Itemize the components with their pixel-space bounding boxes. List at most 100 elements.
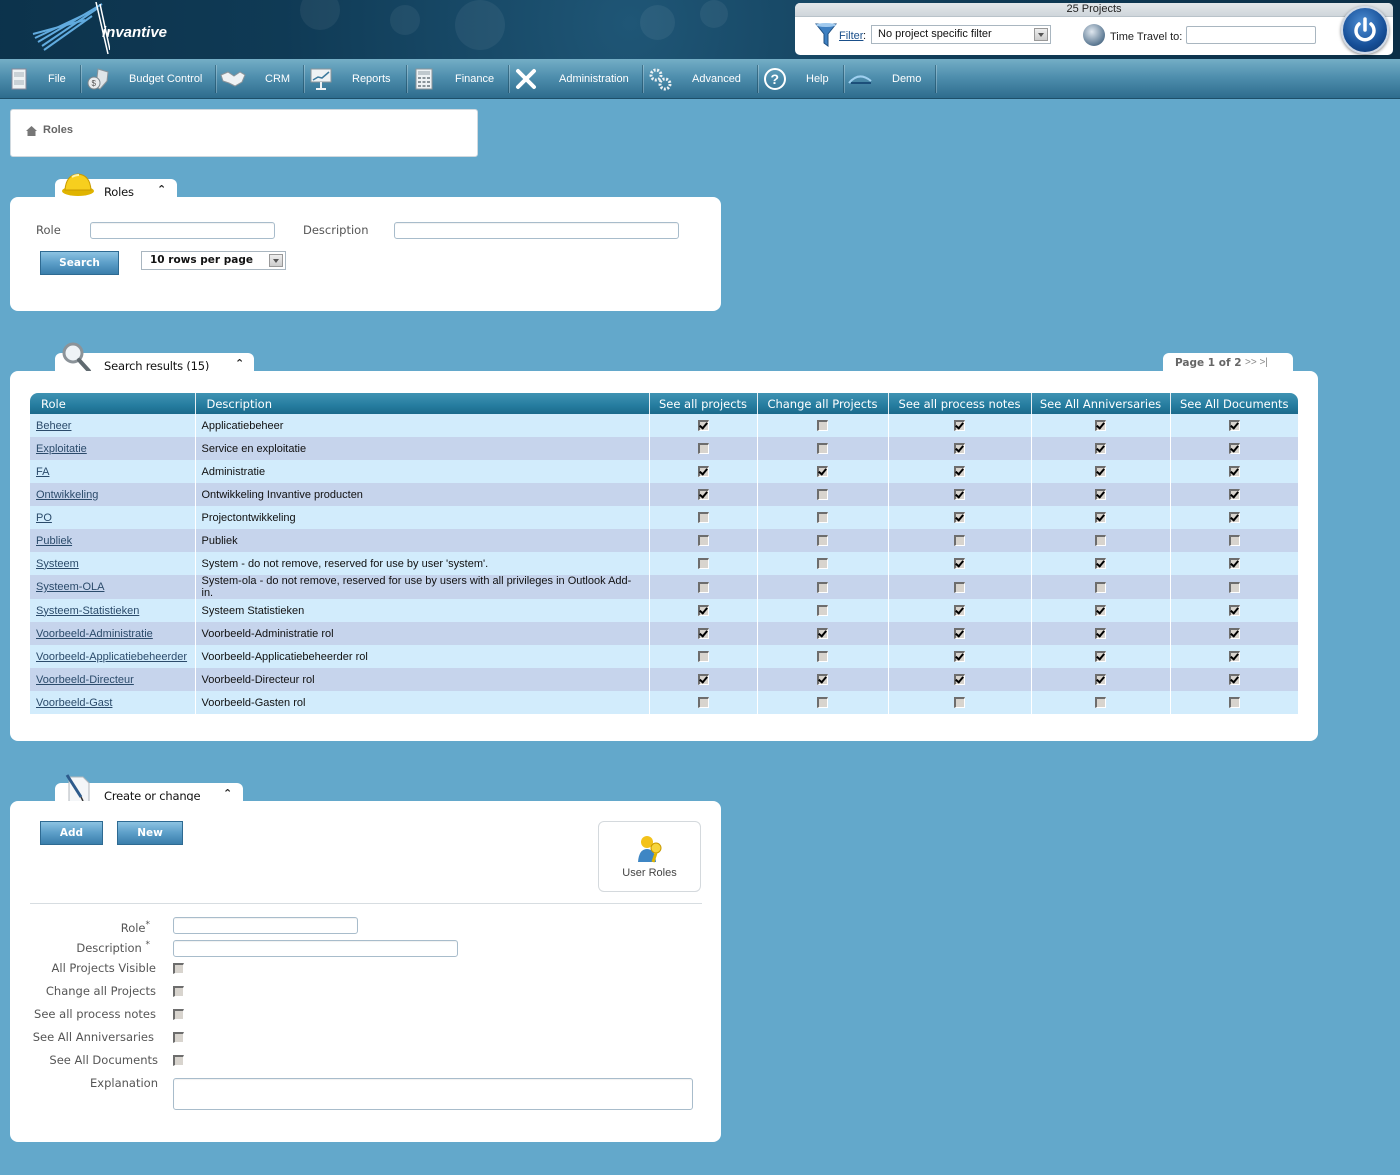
column-header-see-all-documents[interactable]: See All Documents (1169, 393, 1298, 414)
change-all-projects-checkbox[interactable] (817, 420, 828, 432)
see-all-documents-checkbox[interactable] (1228, 512, 1240, 524)
menu-file[interactable]: File (6, 59, 66, 98)
time-travel-icon[interactable] (1083, 24, 1105, 46)
see-all-process-notes-checkbox[interactable] (173, 1009, 184, 1020)
time-travel-input[interactable] (1186, 26, 1316, 44)
table-row[interactable]: Systeem System - do not remove, reserved … (30, 552, 1298, 575)
see-all-documents-checkbox[interactable] (1228, 697, 1240, 709)
see-all-documents-checkbox[interactable] (1228, 535, 1240, 547)
see-all-projects-checkbox[interactable] (697, 558, 709, 570)
change-all-projects-checkbox[interactable] (817, 581, 828, 593)
column-header-see-all-projects[interactable]: See all projects (648, 393, 757, 414)
menu-finance[interactable]: Finance (411, 59, 494, 98)
see-all-documents-checkbox[interactable] (1228, 466, 1240, 478)
change-all-projects-checkbox[interactable] (817, 605, 828, 617)
see-all-process-notes-checkbox[interactable] (954, 558, 965, 570)
see-all-anniversaries-checkbox[interactable] (1095, 697, 1106, 709)
rows-per-page-select[interactable]: 10 rows per page (141, 251, 286, 270)
change-all-projects-checkbox[interactable] (817, 443, 828, 455)
search-button[interactable]: Search (40, 251, 119, 275)
column-header-role[interactable]: Role (30, 393, 195, 414)
table-row[interactable]: Voorbeeld-Administratie Voorbeeld-Adminis… (30, 622, 1298, 645)
filter-link[interactable]: Filter (839, 30, 863, 42)
table-row[interactable]: Voorbeeld-Gast Voorbeeld-Gasten rol (30, 691, 1298, 714)
see-all-documents-checkbox[interactable] (1228, 558, 1240, 570)
see-all-anniversaries-checkbox[interactable] (1095, 581, 1106, 593)
see-all-process-notes-checkbox[interactable] (954, 651, 965, 663)
add-button[interactable]: Add (40, 821, 103, 845)
change-all-projects-checkbox[interactable] (817, 628, 828, 640)
menu-help[interactable]: ? Help (762, 59, 829, 98)
see-all-anniversaries-checkbox[interactable] (1095, 489, 1106, 501)
see-all-process-notes-checkbox[interactable] (954, 628, 965, 640)
see-all-projects-checkbox[interactable] (697, 443, 709, 455)
chevron-down-icon[interactable] (1034, 28, 1048, 41)
change-all-projects-checkbox[interactable] (817, 697, 828, 709)
see-all-process-notes-checkbox[interactable] (954, 443, 965, 455)
role-link[interactable]: Systeem-OLA (36, 581, 104, 593)
filter-funnel-icon[interactable] (815, 22, 837, 48)
table-row[interactable]: Voorbeeld-Applicatiebeheerder Voorbeeld-A… (30, 645, 1298, 668)
see-all-projects-checkbox[interactable] (697, 489, 709, 501)
new-button[interactable]: New (117, 821, 183, 845)
table-row[interactable]: Ontwikkeling Ontwikkeling Invantive produ… (30, 483, 1298, 506)
see-all-process-notes-checkbox[interactable] (954, 697, 965, 709)
collapse-icon[interactable]: ⌃ (223, 787, 232, 800)
see-all-documents-checkbox[interactable] (1228, 581, 1240, 593)
role-link[interactable]: Systeem (36, 558, 79, 570)
see-all-projects-checkbox[interactable] (697, 535, 709, 547)
role-link[interactable]: Exploitatie (36, 443, 87, 455)
change-all-projects-checkbox[interactable] (173, 986, 184, 997)
see-all-documents-checkbox[interactable] (1228, 651, 1240, 663)
role-filter-input[interactable] (90, 222, 275, 239)
role-link[interactable]: FA (36, 466, 49, 478)
change-all-projects-checkbox[interactable] (817, 466, 828, 478)
user-roles-button[interactable]: User Roles (598, 821, 701, 892)
see-all-anniversaries-checkbox[interactable] (1095, 628, 1106, 640)
table-row[interactable]: Beheer Applicatiebeheer (30, 414, 1298, 437)
see-all-anniversaries-checkbox[interactable] (1095, 558, 1106, 570)
explanation-field[interactable] (173, 1078, 693, 1110)
see-all-documents-checkbox[interactable] (1228, 674, 1240, 686)
collapse-icon[interactable]: ⌃ (235, 357, 244, 370)
menu-reports[interactable]: Reports (308, 59, 391, 98)
see-all-documents-checkbox[interactable] (1228, 628, 1240, 640)
chevron-down-icon[interactable] (269, 254, 283, 267)
see-all-process-notes-checkbox[interactable] (954, 674, 965, 686)
table-row[interactable]: PO Projectontwikkeling (30, 506, 1298, 529)
table-row[interactable]: Systeem-Statistieken Systeem Statistieken (30, 599, 1298, 622)
logout-power-button[interactable] (1341, 6, 1389, 54)
menu-advanced[interactable]: Advanced (647, 59, 741, 98)
see-all-anniversaries-checkbox[interactable] (1095, 512, 1106, 524)
role-link[interactable]: Voorbeeld-Directeur (36, 674, 134, 686)
role-link[interactable]: Voorbeeld-Administratie (36, 628, 153, 640)
role-link[interactable]: Beheer (36, 420, 71, 432)
menu-crm[interactable]: CRM (220, 59, 290, 98)
table-row[interactable]: Systeem-OLA System-ola - do not remove, r… (30, 575, 1298, 599)
menu-administration[interactable]: Administration (513, 59, 629, 98)
see-all-projects-checkbox[interactable] (697, 651, 709, 663)
change-all-projects-checkbox[interactable] (817, 674, 828, 686)
role-link[interactable]: Voorbeeld-Applicatiebeheerder (36, 651, 187, 663)
column-header-see-all-process-notes[interactable]: See all process notes (887, 393, 1031, 414)
role-link[interactable]: Voorbeeld-Gast (36, 697, 112, 709)
change-all-projects-checkbox[interactable] (817, 535, 828, 547)
see-all-projects-checkbox[interactable] (697, 512, 709, 524)
all-projects-visible-checkbox[interactable] (173, 963, 184, 974)
column-header-see-all-anniversaries[interactable]: See All Anniversaries (1030, 393, 1170, 414)
see-all-projects-checkbox[interactable] (697, 697, 709, 709)
change-all-projects-checkbox[interactable] (817, 651, 828, 663)
see-all-documents-checkbox[interactable] (1228, 420, 1240, 432)
see-all-projects-checkbox[interactable] (697, 420, 709, 432)
collapse-icon[interactable]: ⌃ (157, 183, 166, 196)
see-all-process-notes-checkbox[interactable] (954, 466, 965, 478)
see-all-anniversaries-checkbox[interactable] (173, 1032, 184, 1043)
change-all-projects-checkbox[interactable] (817, 558, 828, 570)
see-all-anniversaries-checkbox[interactable] (1095, 674, 1106, 686)
see-all-projects-checkbox[interactable] (697, 628, 709, 640)
menu-demo[interactable]: Demo (847, 59, 921, 98)
see-all-projects-checkbox[interactable] (697, 466, 709, 478)
table-row[interactable]: FA Administratie (30, 460, 1298, 483)
invantive-logo[interactable]: invantive (30, 1, 170, 57)
column-header-change-all-projects[interactable]: Change all Projects (756, 393, 888, 414)
